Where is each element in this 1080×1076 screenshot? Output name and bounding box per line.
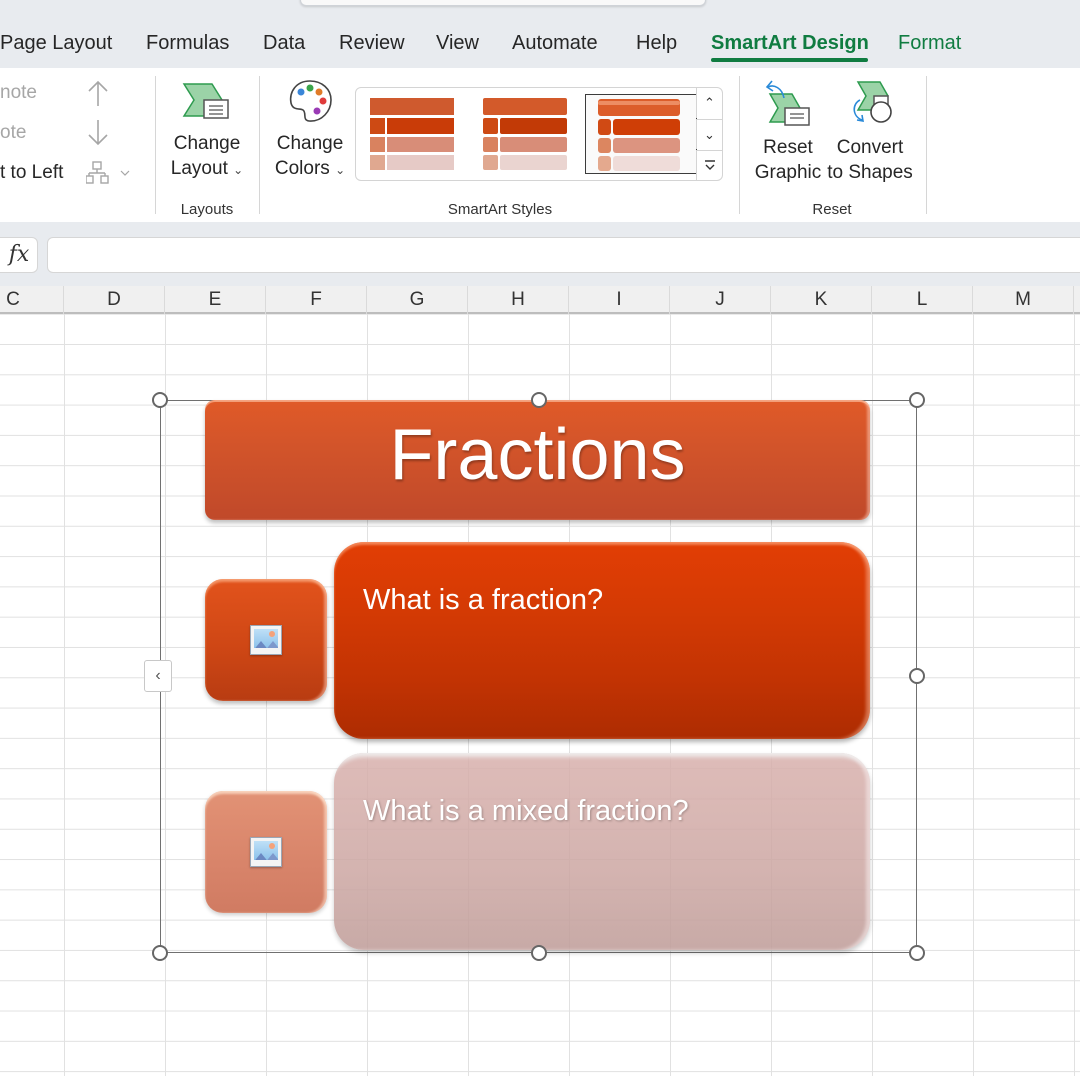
smartart-picture-placeholder[interactable] [205,791,327,913]
demote-button[interactable]: ote [0,122,26,144]
column-header-d[interactable]: D [64,286,165,314]
ribbon-separator [926,76,927,214]
ribbon: note ote t to Left Change Layout ⌄ Layou… [0,68,1080,224]
ribbon-separator [259,76,260,214]
convert-to-shapes-button[interactable]: Convert to Shapes [826,76,914,185]
convert-to-shapes-icon [853,81,892,123]
layouts-group-label: Layouts [180,201,234,218]
org-chart-layout-icon[interactable] [86,160,134,186]
active-tab-indicator [711,58,868,62]
ribbon-tab-bar: Page Layout Formulas Data Review View Au… [0,0,1080,68]
column-header-l[interactable]: L [872,286,973,314]
move-down-icon[interactable] [86,118,110,148]
resize-handle-bottom[interactable] [531,945,547,961]
chevron-up-icon: ⌃ [704,95,715,110]
ribbon-separator [739,76,740,214]
change-layout-icon [182,83,229,119]
column-header-k[interactable]: K [771,286,872,314]
tab-view[interactable]: View [436,32,479,55]
smartart-styles-group-label: SmartArt Styles [447,201,553,218]
change-layout-label-2: Layout [170,158,228,179]
column-header-h[interactable]: H [468,286,569,314]
search-box[interactable] [300,0,706,6]
change-colors-label-2: Colors [274,158,330,179]
column-header-j[interactable]: J [670,286,771,314]
resize-handle-bottom-left[interactable] [152,945,168,961]
right-to-left-button[interactable]: t to Left [0,162,63,184]
tab-automate[interactable]: Automate [512,32,598,55]
gallery-scroll-down-button[interactable]: ⌄ [696,119,722,149]
column-header-c[interactable]: C [0,286,64,314]
change-colors-button[interactable]: Change Colors ⌄ [270,78,350,183]
expand-gallery-icon [704,159,715,170]
formula-input[interactable] [47,237,1080,273]
move-up-icon[interactable] [86,78,110,108]
reset-graphic-button[interactable]: Reset Graphic [750,76,826,185]
smartart-picture-placeholder[interactable] [205,579,327,701]
change-colors-label-1: Change [276,133,344,154]
column-header-i[interactable]: I [569,286,670,314]
smartart-item-text-shape[interactable]: What is a fraction? [334,542,870,739]
column-header-m[interactable]: M [973,286,1074,314]
chevron-down-icon: ⌄ [233,163,244,177]
tab-review[interactable]: Review [339,32,405,55]
column-header-f[interactable]: F [266,286,367,314]
change-layout-label-1: Change [173,133,241,154]
column-header-row: C D E F G H I J K L M [0,286,1080,314]
tab-page-layout[interactable]: Page Layout [0,32,112,55]
gallery-scroll-up-button[interactable]: ⌃ [696,88,722,118]
tab-smartart-design[interactable]: SmartArt Design [711,32,869,55]
smartart-styles-gallery: ⌃ ⌄ [355,87,723,181]
reset-graphic-label-1: Reset [763,137,813,158]
convert-to-shapes-label-1: Convert [836,137,904,158]
insert-function-button[interactable]: fx [0,237,38,273]
column-header-e[interactable]: E [165,286,266,314]
resize-handle-right[interactable] [909,668,925,684]
reset-graphic-icon [765,80,810,126]
style-preview-polished-icon [598,99,680,171]
smartart-item-text-shape[interactable]: What is a mixed fraction? [334,753,870,950]
resize-handle-top-right[interactable] [909,392,925,408]
gallery-more-button[interactable] [696,150,722,180]
excel-window: Page Layout Formulas Data Review View Au… [0,0,1080,1076]
tab-format[interactable]: Format [898,32,961,55]
chevron-down-icon: ⌄ [704,126,715,142]
tab-data[interactable]: Data [263,32,305,55]
smartart-item-text: What is a mixed fraction? [363,795,689,827]
picture-icon [250,625,282,655]
convert-to-shapes-label-2: to Shapes [827,162,913,183]
style-gallery-item-subtle[interactable] [477,94,589,174]
style-preview-flat-icon [370,98,454,170]
style-gallery-item-polished[interactable] [585,94,697,174]
change-layout-button[interactable]: Change Layout ⌄ [168,80,246,183]
tab-help[interactable]: Help [636,32,677,55]
promote-button[interactable]: note [0,82,37,104]
resize-handle-top-left[interactable] [152,392,168,408]
resize-handle-bottom-right[interactable] [909,945,925,961]
smartart-title-shape[interactable]: Fractions [205,400,870,520]
color-palette-icon [289,80,332,122]
picture-icon [250,837,282,867]
smartart-item-text: What is a fraction? [363,584,604,616]
style-preview-subtle-icon [483,98,567,170]
chevron-down-icon: ⌄ [335,163,346,177]
tab-formulas[interactable]: Formulas [146,32,229,55]
chevron-left-icon: ‹ [155,667,161,684]
reset-group-label: Reset [812,201,852,218]
smartart-title-text: Fractions [389,415,686,495]
column-header-g[interactable]: G [367,286,468,314]
resize-handle-top[interactable] [531,392,547,408]
text-pane-toggle-button[interactable]: ‹ [144,660,172,692]
ribbon-separator [155,76,156,214]
style-gallery-item-flat[interactable] [364,94,476,174]
fx-icon: fx [8,242,30,267]
reset-graphic-label-2: Graphic [754,162,822,183]
